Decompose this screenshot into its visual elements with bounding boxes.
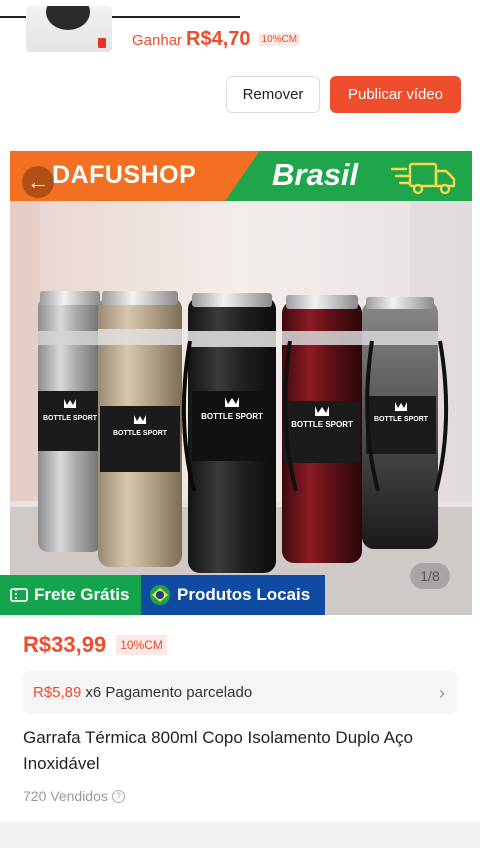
product-photo-bottles: BOTTLE SPORT BOTTLE SPORT BOTTLE SPORT B… [10,201,472,615]
remove-button[interactable]: Remover [226,76,320,113]
earnings-label: Ganhar [132,32,183,49]
sold-count-label: 720 Vendidos [23,788,108,804]
brazil-flag-icon [150,585,170,605]
ticket-icon [10,588,28,602]
bottle-label-text: BOTTLE SPORT [291,420,353,429]
publish-video-button[interactable]: Publicar vídeo [330,76,461,113]
installment-row[interactable]: R$5,89 x6 Pagamento parcelado › [23,671,457,714]
store-country-label: Brasil [272,157,359,192]
promo-badges: Frete Grátis Produtos Locais [0,575,325,615]
back-arrow-icon[interactable]: ← [22,166,54,198]
bottle-gold [98,291,182,567]
commission-badge: 10%CM [116,635,167,655]
installment-text: x6 Pagamento parcelado [85,684,253,701]
previous-product-card: Ganhar R$4,70 10%CM [0,0,480,62]
earnings-info: Ganhar R$4,70 10%CM [132,28,301,51]
truck-icon [390,162,456,195]
image-counter: 1/8 [410,563,450,589]
bottle-black [181,293,276,573]
bottle-red [282,295,362,563]
chevron-right-icon: › [439,683,445,703]
local-products-label: Produtos Locais [177,585,311,604]
free-shipping-label: Frete Grátis [34,585,130,604]
previous-product-thumbnail[interactable] [26,6,112,52]
bottle-label-text: BOTTLE SPORT [201,412,263,421]
product-image-carousel[interactable]: DAFUSHOP Brasil ← BOTTLE SPORT BOTTLE SP… [10,151,472,615]
commission-badge: 10%CM [258,33,301,46]
local-products-badge: Produtos Locais [141,575,325,615]
bottle-gradient [362,297,449,549]
bottle-label-text: BOTTLE SPORT [113,430,168,437]
bottle-label-text: BOTTLE SPORT [43,415,98,422]
earnings-amount: R$4,70 [186,28,251,50]
product-title: Garrafa Térmica 800ml Copo Isolamento Du… [23,728,413,773]
sold-count: 720 Vendidos ? [23,788,125,804]
store-banner: DAFUSHOP Brasil [10,151,472,201]
section-divider [0,822,480,848]
bottle-label-text: BOTTLE SPORT [374,416,429,423]
store-brand-name: DAFUSHOP [52,161,197,189]
price-row: R$33,99 10%CM [23,632,167,658]
free-shipping-badge: Frete Grátis [0,575,141,615]
installment-amount: R$5,89 [33,684,82,701]
product-price: R$33,99 [23,632,107,657]
help-icon[interactable]: ? [111,789,125,803]
